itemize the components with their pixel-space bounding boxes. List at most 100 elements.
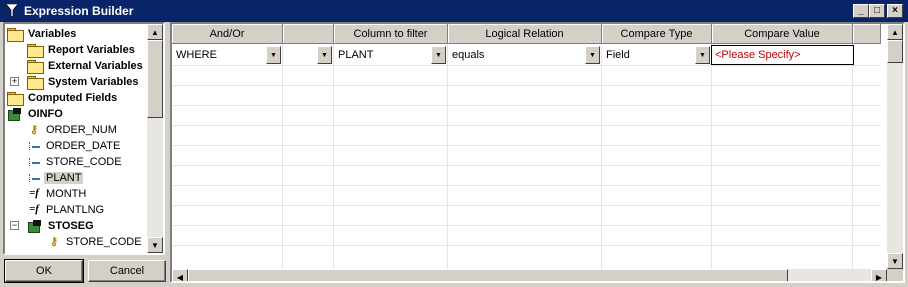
- variables-tree[interactable]: Variables Report Variables External Vari…: [3, 22, 165, 255]
- scrollbar-corner: [887, 269, 903, 281]
- grid-line: [172, 185, 881, 186]
- grid-line: [333, 44, 334, 269]
- window-title: Expression Builder: [24, 4, 134, 18]
- tree-item-system-variables[interactable]: System Variables: [27, 74, 141, 90]
- compare-value-input[interactable]: <Please Specify>: [711, 45, 854, 65]
- title-bar: Expression Builder _ □ ×: [0, 0, 908, 22]
- tree-item-label: PLANTLNG: [46, 204, 105, 216]
- tree-item-label: External Variables: [48, 60, 143, 72]
- scroll-right-button[interactable]: ▶: [871, 269, 887, 282]
- collapse-icon[interactable]: −: [10, 221, 19, 230]
- maximize-icon: □: [873, 5, 881, 16]
- column-header-compare-type[interactable]: Compare Type: [602, 24, 712, 44]
- tree-item-external-variables[interactable]: External Variables: [27, 58, 145, 74]
- paren-cell[interactable]: [283, 44, 318, 65]
- grid-line: [172, 245, 881, 246]
- grid-line: [172, 145, 881, 146]
- scroll-thumb[interactable]: [147, 40, 163, 118]
- grid-line: [447, 44, 448, 269]
- column-header-empty: [853, 24, 881, 44]
- column-header-compare-value[interactable]: Compare Value: [712, 24, 853, 44]
- tree-item-order-num[interactable]: ⚷ ORDER_NUM: [27, 122, 119, 138]
- scroll-thumb[interactable]: [887, 40, 903, 63]
- grid-horizontal-scrollbar[interactable]: ◀ ▶: [172, 269, 887, 282]
- arrow-right-icon: ▶: [875, 272, 883, 282]
- grid-vertical-scrollbar[interactable]: ▲ ▼: [887, 24, 903, 269]
- cancel-button-label: Cancel: [109, 265, 145, 277]
- tree-item-computed-fields[interactable]: Computed Fields: [7, 90, 119, 106]
- tree-item-plantlng[interactable]: =f PLANTLNG: [27, 202, 106, 218]
- grid-line: [172, 225, 881, 226]
- folder-icon: [27, 60, 44, 74]
- tree-item-label: MONTH: [46, 188, 87, 200]
- tree-item-label: STORE_CODE: [66, 236, 142, 248]
- chevron-down-icon: ▼: [270, 51, 277, 59]
- tree-item-store-code-2[interactable]: ⚷ STORE_CODE: [47, 234, 144, 250]
- relation-cell[interactable]: equals: [448, 44, 586, 65]
- scroll-up-button[interactable]: ▲: [887, 24, 903, 40]
- expand-icon[interactable]: +: [10, 77, 19, 86]
- chevron-down-icon: ▼: [699, 51, 706, 59]
- tree-item-stoseg[interactable]: STOSEG: [27, 218, 96, 234]
- tree-item-order-date[interactable]: ORDER_DATE: [27, 138, 122, 154]
- minimize-button[interactable]: _: [853, 4, 869, 18]
- cancel-button[interactable]: Cancel: [88, 260, 166, 282]
- function-icon: =f: [29, 203, 39, 215]
- ok-button[interactable]: OK: [4, 259, 84, 283]
- column-header-logical-relation[interactable]: Logical Relation: [448, 24, 602, 44]
- grid-line: [172, 85, 881, 86]
- grid-line: [282, 44, 283, 269]
- grid-line: [172, 165, 881, 166]
- folder-icon: [27, 76, 44, 90]
- scroll-down-button[interactable]: ▼: [887, 253, 903, 269]
- column-header-column-to-filter[interactable]: Column to filter: [334, 24, 448, 44]
- chevron-down-icon: ▼: [435, 51, 442, 59]
- tree-item-month[interactable]: =f MONTH: [27, 186, 88, 202]
- arrow-left-icon: ◀: [176, 272, 184, 282]
- tree-scrollbar[interactable]: ▲ ▼: [147, 24, 163, 253]
- grid-line: [711, 44, 712, 269]
- scroll-up-button[interactable]: ▲: [147, 24, 163, 40]
- arrow-down-icon: ▼: [891, 256, 899, 266]
- tree-item-label: Report Variables: [48, 44, 135, 56]
- arrow-up-icon: ▲: [151, 27, 159, 37]
- folder-icon: [7, 28, 24, 42]
- column-header-and-or[interactable]: And/Or: [172, 24, 283, 44]
- and-or-dropdown[interactable]: ▼: [266, 46, 281, 64]
- folder-icon: [27, 44, 44, 58]
- column-header-paren[interactable]: [283, 24, 334, 44]
- tree-item-label: STORE_CODE: [46, 156, 122, 168]
- tree-item-oinfo[interactable]: OINFO: [7, 106, 65, 122]
- grid-line: [172, 65, 881, 66]
- and-or-cell[interactable]: WHERE: [172, 44, 267, 65]
- compare-type-cell[interactable]: Field: [602, 44, 696, 65]
- paren-dropdown[interactable]: ▼: [317, 46, 332, 64]
- tree-item-variables[interactable]: Variables: [7, 26, 78, 42]
- field-icon: [27, 140, 41, 152]
- field-icon: [27, 156, 41, 168]
- scroll-left-button[interactable]: ◀: [172, 269, 188, 282]
- column-dropdown[interactable]: ▼: [431, 46, 446, 64]
- ok-button-label: OK: [36, 265, 52, 277]
- filter-grid[interactable]: And/Or Column to filter Logical Relation…: [170, 22, 905, 283]
- tree-item-label: STOSEG: [48, 220, 94, 232]
- grid-line: [601, 44, 602, 269]
- arrow-down-icon: ▼: [151, 240, 159, 250]
- tree-item-plant[interactable]: PLANT: [27, 170, 84, 186]
- close-button[interactable]: ×: [887, 4, 903, 18]
- relation-dropdown[interactable]: ▼: [585, 46, 600, 64]
- tree-item-report-variables[interactable]: Report Variables: [27, 42, 137, 58]
- tree-item-label: ORDER_DATE: [46, 140, 121, 152]
- tree-item-store-code[interactable]: STORE_CODE: [27, 154, 124, 170]
- scroll-thumb[interactable]: [188, 269, 788, 281]
- grid-line: [172, 125, 881, 126]
- maximize-button[interactable]: □: [869, 4, 885, 18]
- scroll-down-button[interactable]: ▼: [147, 237, 163, 253]
- key-icon: ⚷: [29, 124, 39, 136]
- tree-item-label: System Variables: [48, 76, 139, 88]
- funnel-icon: [5, 3, 19, 19]
- compare-type-dropdown[interactable]: ▼: [695, 46, 710, 64]
- grid-line: [172, 205, 881, 206]
- tree-item-label: PLANT: [44, 172, 84, 184]
- column-cell[interactable]: PLANT: [334, 44, 432, 65]
